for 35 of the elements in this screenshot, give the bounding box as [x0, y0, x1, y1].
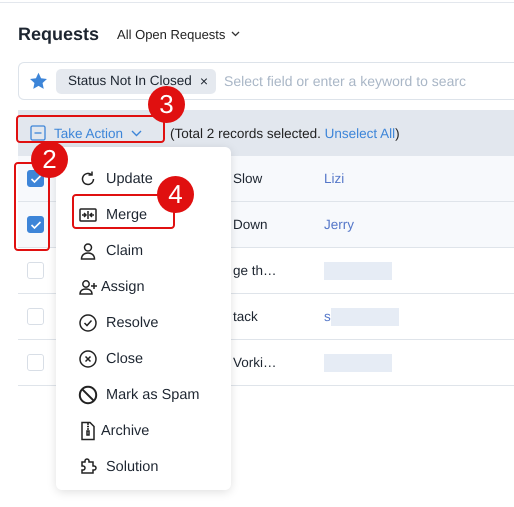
requester-link[interactable]: s [324, 309, 331, 324]
table-cell-text: tack [233, 309, 259, 324]
ban-icon [78, 385, 98, 405]
view-dropdown[interactable]: All Open Requests [117, 26, 240, 42]
requester-link[interactable]: Jerry [324, 217, 354, 232]
menu-item[interactable]: Resolve [78, 305, 158, 341]
menu-item[interactable]: Solution [78, 449, 158, 485]
check-circle-icon [78, 313, 98, 333]
requester-link[interactable]: Lizi [324, 171, 344, 186]
menu-item[interactable]: Claim [78, 233, 144, 269]
minus-square-icon [30, 125, 46, 141]
search-field[interactable]: Select field or enter a keyword to searc [224, 73, 514, 89]
page-title: Requests [18, 24, 100, 44]
check-icon [30, 174, 42, 184]
menu-item[interactable]: Archive [78, 413, 150, 449]
row-checkbox[interactable] [27, 216, 44, 233]
person-add-icon [78, 277, 98, 297]
menu-item[interactable]: Close [78, 341, 144, 377]
menu-item[interactable]: Merge [78, 197, 148, 233]
table-cell-text: Vorki… [233, 355, 278, 370]
menu-item[interactable]: Update [78, 161, 153, 197]
chevron-icon [131, 130, 142, 136]
close-circle-icon [78, 349, 98, 369]
star-icon[interactable] [29, 72, 48, 90]
table-cell-text: Slow [233, 171, 264, 186]
chevron-icon [231, 31, 240, 37]
table-cell-text: ge th… [233, 263, 278, 278]
menu-item[interactable]: Mark as Spam [78, 377, 200, 413]
selection-summary: (Total 2 records selected. Unselect All) [170, 126, 400, 140]
person-icon [78, 241, 98, 261]
filter-chip: Status Not In Closed × [56, 68, 216, 94]
remove-filter-button[interactable]: × [200, 72, 208, 88]
table-cell-text: Down [233, 217, 269, 232]
menu-item[interactable]: Assign [78, 269, 145, 305]
check-icon [30, 220, 42, 230]
